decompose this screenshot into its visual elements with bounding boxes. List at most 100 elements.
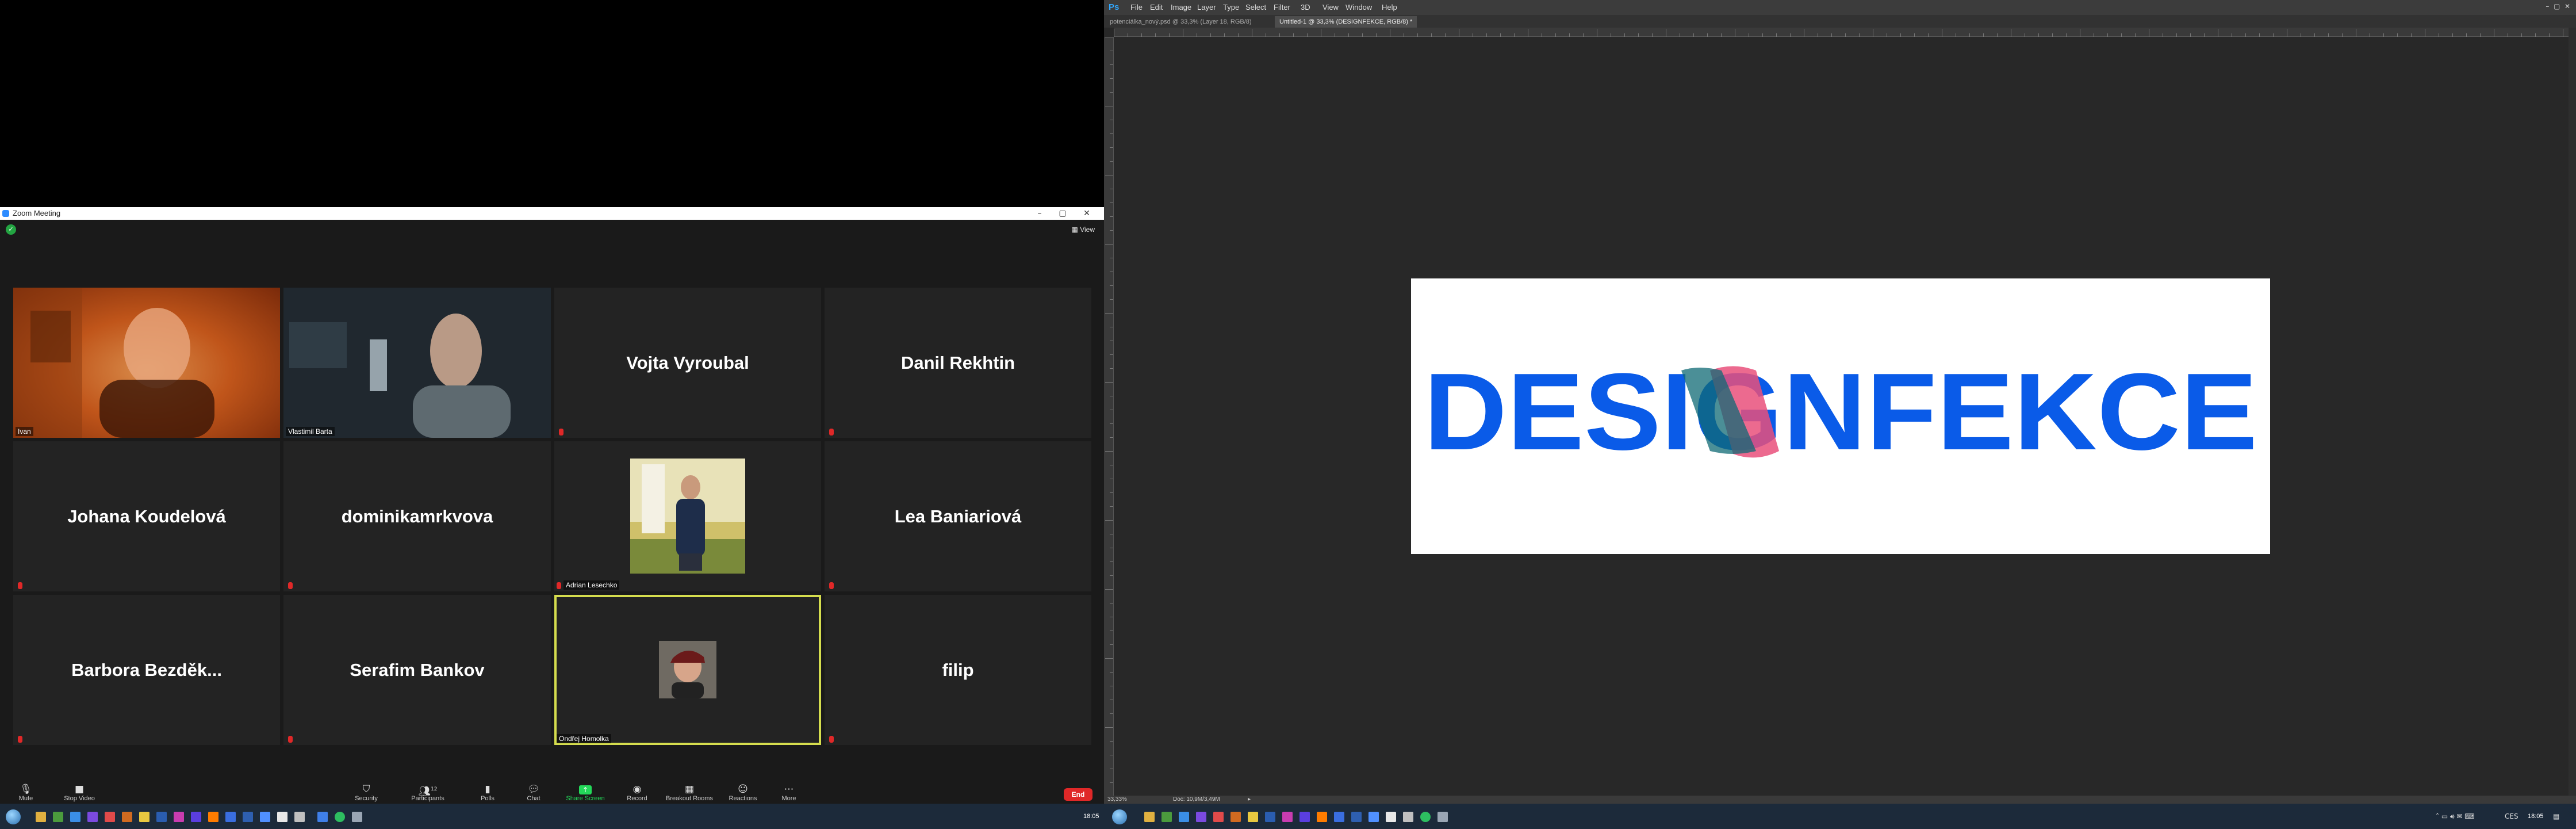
language-indicator[interactable]: CES xyxy=(2505,809,2518,823)
shield-icon: ⛉ xyxy=(362,784,370,795)
system-tray-icons[interactable]: ˄ ▭ 🔊︎ ✉︎ ⌨︎ xyxy=(2436,809,2475,823)
end-meeting-button[interactable]: End xyxy=(1064,788,1092,801)
menu-layer[interactable]: Layer xyxy=(1197,0,1216,15)
security-shield-icon[interactable]: ✓ xyxy=(6,224,16,235)
video-tile-ivan[interactable]: Ivan xyxy=(13,288,280,438)
vertical-scrollbar[interactable] xyxy=(2569,28,2576,796)
app-icon[interactable] xyxy=(1196,812,1206,822)
illustrator-icon[interactable] xyxy=(1317,812,1327,822)
app-icon[interactable] xyxy=(191,812,201,822)
app-icon[interactable] xyxy=(1179,812,1189,822)
menu-3d[interactable]: 3D xyxy=(1301,0,1310,15)
video-tile-adrian[interactable]: Adrian Lesechko xyxy=(554,441,821,591)
app-icon[interactable] xyxy=(87,812,98,822)
ruler-tick xyxy=(1110,644,1113,645)
menu-type[interactable]: Type xyxy=(1223,0,1239,15)
video-tile-barbora[interactable]: Barbora Bezděk... xyxy=(13,595,280,745)
video-tile-serafim[interactable]: Serafim Bankov xyxy=(283,595,551,745)
app-icon[interactable] xyxy=(1386,812,1396,822)
app-icon[interactable] xyxy=(70,812,80,822)
video-tile-dominika[interactable]: dominikamrkvova xyxy=(283,441,551,591)
ruler-tick xyxy=(1110,147,1113,148)
app-icon[interactable] xyxy=(1351,812,1362,822)
whatsapp-icon[interactable] xyxy=(1420,812,1431,822)
more-button[interactable]: ⋯ More xyxy=(757,784,821,803)
zoom-level[interactable]: 33,33% xyxy=(1107,796,1127,804)
illustrator-icon[interactable] xyxy=(208,812,218,822)
app-icon[interactable] xyxy=(1334,812,1344,822)
app-icon[interactable] xyxy=(1403,812,1413,822)
file-explorer-icon[interactable] xyxy=(1144,812,1155,822)
video-tile-danil[interactable]: Danil Rekhtin xyxy=(825,288,1091,438)
zoom-top-bar xyxy=(0,220,1104,242)
participants-button[interactable]: 👥︎12 Participants xyxy=(396,784,459,803)
minimize-icon[interactable]: – xyxy=(1028,207,1051,220)
app-icon[interactable] xyxy=(1282,812,1293,822)
app-icon[interactable] xyxy=(105,812,115,822)
participant-name: dominikamrkvova xyxy=(341,506,493,526)
video-tile-ondrej-active-speaker[interactable]: Ondřej Homolka xyxy=(554,595,821,745)
zoom-titlebar[interactable]: Zoom Meeting – ▢ ✕ xyxy=(0,207,1104,220)
menu-select[interactable]: Select xyxy=(1245,0,1266,15)
ruler-tick xyxy=(1721,33,1722,37)
app-icon[interactable] xyxy=(352,812,362,822)
photoshop-window-controls[interactable]: – ▢ ✕ xyxy=(2546,0,2570,13)
app-icon[interactable] xyxy=(1368,812,1379,822)
app-icon[interactable] xyxy=(139,812,150,822)
stop-video-button[interactable]: ■ Stop Video xyxy=(48,784,111,803)
menu-window[interactable]: Window xyxy=(1346,0,1372,15)
video-tile-filip[interactable]: filip xyxy=(825,595,1091,745)
zoom-taskbar-icon[interactable] xyxy=(317,812,328,822)
app-icon[interactable] xyxy=(1438,812,1448,822)
ellipsis-icon: ⋯ xyxy=(784,784,794,795)
app-icon[interactable] xyxy=(225,812,236,822)
participant-name: Johana Koudelová xyxy=(67,506,226,526)
menu-file[interactable]: File xyxy=(1130,0,1143,15)
app-icon[interactable] xyxy=(277,812,288,822)
app-icon[interactable] xyxy=(294,812,305,822)
file-explorer-icon[interactable] xyxy=(36,812,46,822)
app-icon[interactable] xyxy=(1300,812,1310,822)
document-tab-active[interactable]: Untitled-1 @ 33,3% (DESIGNFEKCE, RGB/8) … xyxy=(1275,16,1417,28)
app-icon[interactable] xyxy=(1248,812,1258,822)
video-tile-vlastimil[interactable]: Vlastimil Barta xyxy=(283,288,551,438)
ruler-tick xyxy=(1348,33,1349,37)
start-button-icon[interactable] xyxy=(6,809,21,824)
menu-edit[interactable]: Edit xyxy=(1150,0,1163,15)
view-button[interactable]: ▦ View xyxy=(1072,224,1095,235)
ruler-tick xyxy=(1238,33,1239,37)
maximize-icon[interactable]: ▢ xyxy=(1051,207,1074,220)
start-button-icon[interactable] xyxy=(1112,809,1127,824)
menu-filter[interactable]: Filter xyxy=(1274,0,1290,15)
document-canvas[interactable]: DESIGNFEKCE xyxy=(1411,278,2270,554)
close-icon[interactable]: ✕ xyxy=(1075,207,1098,220)
menu-image[interactable]: Image xyxy=(1171,0,1191,15)
ruler-tick xyxy=(1110,216,1113,217)
app-icon[interactable] xyxy=(122,812,132,822)
word-icon[interactable] xyxy=(156,812,167,822)
app-icon[interactable] xyxy=(1230,812,1241,822)
app-icon[interactable] xyxy=(174,812,184,822)
whatsapp-icon[interactable] xyxy=(335,812,345,822)
menu-view[interactable]: View xyxy=(1322,0,1339,15)
video-tile-lea[interactable]: Lea Baniariová xyxy=(825,441,1091,591)
security-button[interactable]: ⛉ Security xyxy=(335,784,398,803)
ruler-tick xyxy=(1105,520,1113,521)
status-arrow-icon[interactable]: ▸ xyxy=(1248,796,1251,804)
ruler-tick xyxy=(1110,230,1113,231)
app-icon[interactable] xyxy=(53,812,63,822)
menu-help[interactable]: Help xyxy=(1382,0,1397,15)
ruler-tick xyxy=(1110,741,1113,742)
notifications-icon[interactable]: ▤ xyxy=(2553,809,2559,823)
app-icon[interactable] xyxy=(1162,812,1172,822)
app-icon[interactable] xyxy=(260,812,270,822)
zoom-window-title: Zoom Meeting xyxy=(13,209,61,217)
taskbar-right: ˄ ▭ 🔊︎ ✉︎ ⌨︎ CES 18:05 ▤ xyxy=(1104,804,2576,829)
app-icon[interactable] xyxy=(243,812,253,822)
ruler-tick xyxy=(1169,33,1170,37)
app-icon[interactable] xyxy=(1213,812,1224,822)
video-tile-vojta[interactable]: Vojta Vyroubal xyxy=(554,288,821,438)
document-tab[interactable]: potenciálka_nový.psd @ 33,3% (Layer 18, … xyxy=(1105,16,1256,28)
video-tile-johana[interactable]: Johana Koudelová xyxy=(13,441,280,591)
word-icon[interactable] xyxy=(1265,812,1275,822)
